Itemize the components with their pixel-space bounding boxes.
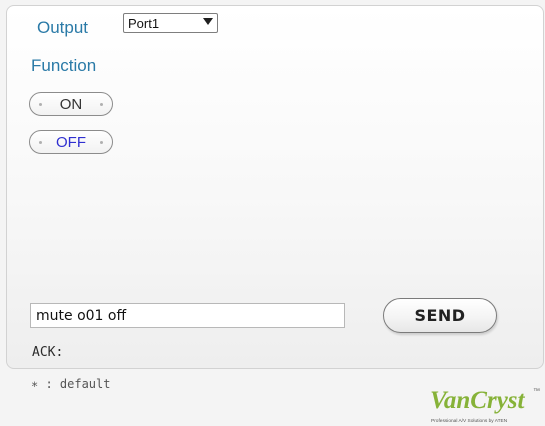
logo-brand-text: VanCryst	[430, 387, 526, 414]
output-label: Output	[37, 18, 89, 37]
output-port-select[interactable]: Port1	[123, 13, 218, 33]
output-port-selected-value: Port1	[128, 15, 160, 31]
dropdown-arrow-icon[interactable]	[203, 18, 213, 25]
ack-label: ACK:	[32, 345, 64, 360]
vancryst-logo: VanCryst ™ Professional A/V Solutions by…	[430, 387, 540, 424]
command-input-value: mute o01 off	[36, 307, 127, 324]
on-button[interactable]: ON	[29, 92, 113, 116]
button-dot-icon	[100, 103, 103, 106]
logo-tagline: Professional A/V Solutions by ATEN	[431, 418, 508, 424]
on-button-label: ON	[59, 95, 83, 113]
logo-trademark: ™	[533, 388, 540, 395]
default-footnote: ∗ : default	[31, 377, 111, 391]
send-button[interactable]: SEND	[383, 298, 497, 333]
off-button[interactable]: OFF	[29, 130, 113, 154]
send-button-label: SEND	[414, 306, 466, 325]
function-label: Function	[31, 56, 97, 75]
off-button-label: OFF	[56, 133, 86, 151]
button-dot-icon	[39, 103, 42, 106]
button-dot-icon	[100, 141, 103, 144]
button-dot-icon	[39, 141, 42, 144]
command-input[interactable]: mute o01 off	[30, 303, 345, 328]
